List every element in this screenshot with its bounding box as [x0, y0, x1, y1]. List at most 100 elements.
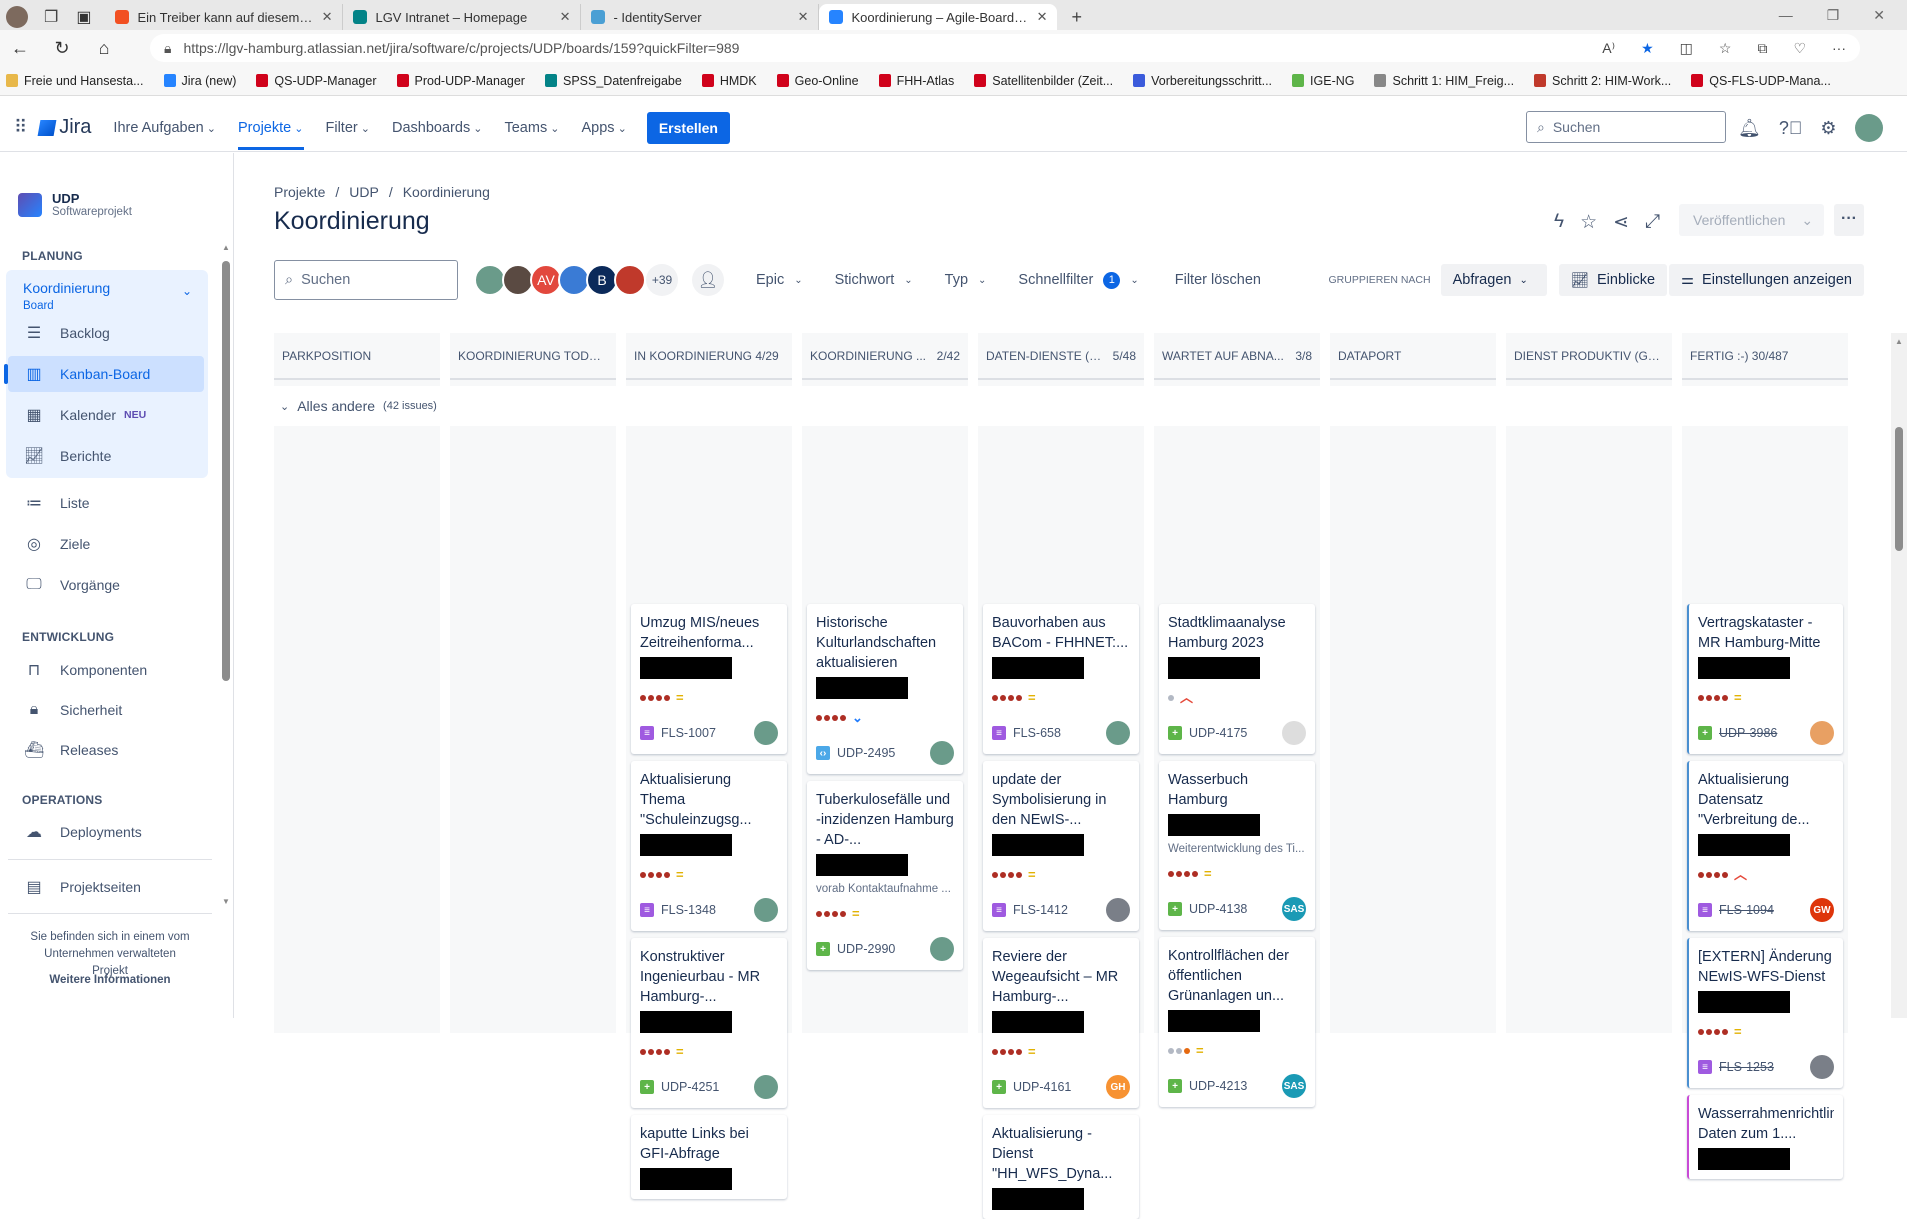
clear-filters-button[interactable]: Filter löschen	[1175, 272, 1261, 288]
nav-menu-ihre-aufgaben[interactable]: Ihre Aufgaben ⌄	[113, 120, 216, 136]
issue-key[interactable]: UDP-4175	[1189, 726, 1247, 740]
add-person-icon[interactable]: 👤︎	[692, 264, 724, 296]
nav-menu-dashboards[interactable]: Dashboards ⌄	[392, 120, 482, 136]
more-assignees-button[interactable]: +39	[646, 264, 678, 296]
app-switcher-icon[interactable]: ⠿	[14, 117, 27, 138]
assignee-avatar[interactable]	[930, 937, 954, 961]
issue-card[interactable]: Wasserbuch Hamburg Weiterentwicklung des …	[1159, 761, 1315, 930]
tab-close-icon[interactable]: ✕	[798, 9, 809, 25]
issue-key[interactable]: UDP-3986	[1719, 726, 1777, 740]
nav-menu-apps[interactable]: Apps ⌄	[581, 120, 626, 136]
new-tab-button[interactable]: +	[1071, 7, 1082, 28]
tab-actions-icon[interactable]: ▣	[76, 7, 91, 27]
issue-card[interactable]: Tuberkulosefälle und -inzidenzen Hamburg…	[807, 781, 963, 970]
collections-icon[interactable]: ⧉	[1757, 40, 1767, 57]
sidebar-item-vorgänge[interactable]: 🖵 Vorgänge	[24, 567, 120, 603]
view-settings-button[interactable]: ⚌ Einstellungen anzeigen	[1669, 264, 1864, 296]
issue-key[interactable]: UDP-4138	[1189, 902, 1247, 916]
issue-card[interactable]: [EXTERN] Änderung NEwIS-WFS-Dienst = ≡ FLS-…	[1687, 938, 1843, 1088]
sidebar-item-liste[interactable]: ≔ Liste	[24, 485, 90, 521]
browser-tab[interactable]: Ein Treiber kann auf diesem Gerät ✕	[105, 4, 344, 30]
sidebar-item-releases[interactable]: ⛴ Releases	[24, 732, 118, 768]
assignee-avatar[interactable]	[930, 741, 954, 765]
sidebar-scrollbar[interactable]: ▲ ▼	[222, 243, 230, 907]
minimize-button[interactable]: —	[1779, 7, 1793, 24]
issue-key[interactable]: UDP-2495	[837, 746, 895, 760]
browser-tab[interactable]: LGV Intranet – Homepage ✕	[343, 4, 582, 30]
issue-card[interactable]: Aktualisierung Thema "Schuleinzugsg... = ≡…	[631, 761, 787, 931]
breadcrumb-udp[interactable]: UDP	[349, 184, 379, 200]
notifications-icon[interactable]: 🔔︎	[1738, 118, 1761, 139]
bookmark-item[interactable]: HMDK	[701, 74, 757, 88]
sidebar-item-kalender[interactable]: ▦ Kalender NEU	[24, 397, 146, 433]
page-scrollbar[interactable]: ▲	[1891, 333, 1907, 1018]
browser-tab[interactable]: Koordinierung – Agile-Board - Jira ✕	[819, 4, 1058, 30]
project-header[interactable]: UDP Softwareprojekt	[18, 191, 132, 218]
column-header[interactable]: FERTIG :-) 30/487	[1682, 333, 1848, 380]
user-avatar[interactable]	[1854, 114, 1883, 142]
bookmark-item[interactable]: Geo-Online	[776, 74, 859, 88]
issue-key[interactable]: UDP-4161	[1013, 1080, 1071, 1094]
issue-key[interactable]: UDP-2990	[837, 942, 895, 956]
sidebar-item-ziele[interactable]: ◎ Ziele	[24, 526, 90, 562]
sidebar-item-komponenten[interactable]: ⊓ Komponenten	[24, 652, 147, 688]
assignee-avatar[interactable]	[1282, 721, 1306, 745]
bookmark-item[interactable]: Satellitenbilder (Zeit...	[974, 74, 1113, 88]
breadcrumb-projekte[interactable]: Projekte	[274, 184, 325, 200]
issue-key[interactable]: FLS-1253	[1719, 1060, 1774, 1074]
favorites-icon[interactable]: ☆	[1719, 40, 1732, 57]
filter-typ[interactable]: Typ ⌄	[945, 272, 987, 288]
chevron-down-icon[interactable]: ⌄	[182, 284, 192, 298]
column-header[interactable]: IN KOORDINIERUNG 4/29	[626, 333, 792, 380]
assignee-avatar[interactable]	[614, 264, 646, 296]
issue-key[interactable]: UDP-4251	[661, 1080, 719, 1094]
split-screen-icon[interactable]: ◫	[1680, 40, 1693, 57]
insights-button[interactable]: 📈︎ Einblicke	[1558, 264, 1668, 296]
assignee-avatar[interactable]	[1106, 721, 1130, 745]
issue-card[interactable]: Bauvorhaben aus BACom - FHHNET:... = ≡ FLS-…	[983, 604, 1139, 754]
maximize-button[interactable]: ❐	[1827, 7, 1840, 24]
jira-logo[interactable]: Jira	[37, 116, 91, 139]
column-header[interactable]: DATAPORT	[1330, 333, 1496, 380]
tab-close-icon[interactable]: ✕	[560, 9, 571, 25]
lock-icon[interactable]: 🔒︎	[164, 40, 171, 57]
share-icon[interactable]: ⋖	[1613, 211, 1629, 234]
filter-epic[interactable]: Epic ⌄	[756, 272, 803, 288]
publish-button[interactable]: Veröffentlichen ⌄	[1679, 204, 1824, 236]
board-name[interactable]: Koordinierung	[23, 280, 110, 296]
help-icon[interactable]: ?⃝	[1779, 118, 1803, 139]
sidebar-item-kanban-board[interactable]: ▥ Kanban-Board	[4, 356, 204, 392]
more-actions-button[interactable]: ···	[1834, 204, 1864, 236]
automation-bolt-icon[interactable]: ϟ	[1554, 211, 1564, 234]
bookmark-item[interactable]: Vorbereitungsschritt...	[1133, 74, 1272, 88]
issue-card[interactable]: Kontrollflächen der öffentlichen Grünanl…	[1159, 937, 1315, 1107]
group-by-dropdown[interactable]: Abfragen ⌄	[1440, 264, 1547, 296]
sidebar-item-backlog[interactable]: ☰ Backlog	[24, 315, 110, 351]
tab-close-icon[interactable]: ✕	[322, 9, 333, 25]
issue-card[interactable]: Aktualisierung Datensatz "Verbreitung de…	[1687, 761, 1843, 931]
issue-card[interactable]: Vertragskataster - MR Hamburg-Mitte = + UDP…	[1687, 604, 1843, 754]
swimlane-header[interactable]: ⌄ Alles andere (42 issues)	[274, 386, 1848, 426]
assignee-avatar[interactable]: SAS	[1282, 1074, 1306, 1098]
bookmark-item[interactable]: Schritt 1: HIM_Freig...	[1374, 74, 1514, 88]
more-icon[interactable]: ···	[1832, 40, 1846, 57]
bookmark-item[interactable]: Prod-UDP-Manager	[396, 74, 525, 88]
bookmark-item[interactable]: Schritt 2: HIM-Work...	[1534, 74, 1671, 88]
issue-card[interactable]: Konstruktiver Ingenieurbau - MR Hamburg-…	[631, 938, 787, 1108]
assignee-avatar[interactable]	[754, 1075, 778, 1099]
issue-key[interactable]: FLS-1094	[1719, 903, 1774, 917]
column-header[interactable]: KOORDINIERUNG TODO (...	[450, 333, 616, 380]
tab-close-icon[interactable]: ✕	[1037, 9, 1048, 25]
column-header[interactable]: DATEN-DIENSTE (G... 5/48	[978, 333, 1144, 380]
assignee-avatar[interactable]	[754, 721, 778, 745]
star-icon[interactable]: ☆	[1580, 211, 1597, 234]
issue-card[interactable]: Wasserrahmenrichtlinie Daten zum 1....	[1687, 1095, 1843, 1179]
more-info-link[interactable]: Weitere Informationen	[0, 972, 220, 989]
bookmark-item[interactable]: IGE-NG	[1292, 74, 1354, 88]
assignee-avatar[interactable]	[1810, 721, 1834, 745]
bookmark-item[interactable]: QS-UDP-Manager	[256, 74, 377, 88]
sidebar-item-sicherheit[interactable]: 🔒︎ Sicherheit	[24, 692, 123, 728]
issue-card[interactable]: kaputte Links bei GFI-Abfrage	[631, 1115, 787, 1199]
issue-card[interactable]: Historische Kulturlandschaften aktualisi…	[807, 604, 963, 774]
bookmark-item[interactable]: FHH-Atlas	[878, 74, 954, 88]
